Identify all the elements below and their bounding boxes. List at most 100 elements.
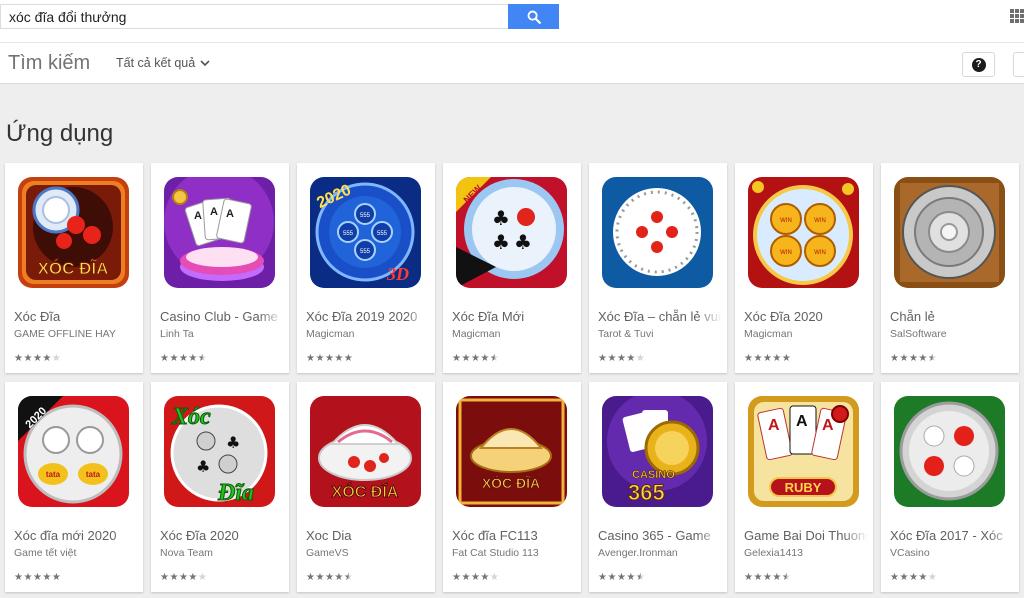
app-card[interactable]: 555 555 555 555 2020 3D Xóc Đĩa 2019 202… — [297, 163, 435, 373]
app-title: Game Bai Doi Thuong — [744, 528, 868, 543]
app-card[interactable]: Xóc Đĩa 2017 - Xóc VCasino ★★★★★ — [881, 382, 1019, 592]
star-icon: ★ — [607, 572, 617, 583]
star-icon: ★ — [489, 353, 500, 364]
star-icon: ★ — [334, 572, 344, 583]
search-button[interactable] — [508, 4, 559, 29]
icon-text: WIN — [814, 250, 826, 256]
app-title: Casino Club - Game — [160, 309, 278, 324]
icon-text: WIN — [780, 218, 792, 224]
star-icon: ★ — [197, 353, 208, 364]
app-card[interactable]: tata tata 2020 Xóc đĩa mới 2020 Game tết… — [5, 382, 143, 592]
icon-text: XÓC ĐĨA — [38, 258, 109, 278]
ruby-cards-icon: A A A RUBY — [748, 396, 859, 507]
chan-le-bowl-icon — [894, 177, 1005, 288]
app-title: Xóc đĩa mới 2020 — [14, 528, 117, 543]
app-title: Xóc Đĩa – chẵn lẻ vui — [598, 309, 721, 324]
app-developer: Fat Cat Studio 113 — [452, 547, 539, 559]
star-icon: ★ — [23, 353, 33, 364]
xoc-dia-2020-3d-icon: 555 555 555 555 2020 3D — [310, 177, 421, 288]
icon-text: tata — [86, 470, 101, 479]
svg-text:A: A — [226, 208, 234, 220]
app-title: Xóc Đĩa 2020 — [744, 309, 823, 324]
app-title: Chẵn lẻ — [890, 309, 935, 324]
star-icon: ★ — [781, 572, 792, 583]
star-icon: ★ — [343, 353, 354, 364]
search-input[interactable] — [0, 4, 508, 29]
app-card[interactable]: XÓC ĐĨA Xóc đĩa FC113 Fat Cat Studio 113… — [443, 382, 581, 592]
filter-label: Tất cả kết quả — [116, 56, 196, 70]
icon-text: 365 — [628, 480, 665, 505]
app-card[interactable]: XÓC ĐĨA Xoc Dia GameVS ★★★★★ — [297, 382, 435, 592]
apps-grid-icon[interactable] — [1010, 9, 1024, 23]
app-card[interactable]: A A A RUBY Game Bai Doi Thuong Gelexia14… — [735, 382, 873, 592]
star-icon: ★ — [908, 353, 919, 364]
app-developer: VCasino — [890, 547, 930, 559]
app-card[interactable]: CASINO 365 Casino 365 - Game Avenger.Iro… — [589, 382, 727, 592]
results-filter-dropdown[interactable]: Tất cả kết quả — [116, 56, 210, 70]
xoc-dia-red-chips-icon: XÓC ĐĨA — [18, 177, 129, 288]
icon-text: WIN — [814, 218, 826, 224]
app-card[interactable]: Xóc Đĩa – chẵn lẻ vui Tarot & Tuvi ★★★★★ — [589, 163, 727, 373]
app-developer: Magicman — [744, 328, 793, 340]
star-icon: ★ — [324, 353, 335, 364]
star-icon: ★ — [772, 353, 782, 364]
icon-text: 555 — [360, 249, 371, 255]
star-icon: ★ — [616, 572, 627, 583]
app-title: Xoc Dia — [306, 528, 352, 543]
svg-text:♣: ♣ — [492, 206, 510, 230]
casino-club-cards-icon: A A A — [164, 177, 275, 288]
svg-text:A: A — [822, 417, 834, 434]
search-icon — [527, 10, 541, 24]
icon-text: WIN — [780, 250, 792, 256]
star-icon: ★ — [480, 572, 490, 583]
rating-stars: ★★★★★ — [598, 572, 645, 583]
star-icon: ★ — [772, 572, 782, 583]
app-developer: Magicman — [452, 328, 501, 340]
icon-text: tata — [46, 470, 61, 479]
svg-text:♣: ♣ — [226, 433, 240, 452]
settings-button[interactable] — [1013, 52, 1024, 77]
app-card[interactable]: XÓC ĐĨA Xóc Đĩa GAME OFFLINE HAY ★★★★★ — [5, 163, 143, 373]
page-title: Tìm kiếm — [8, 52, 91, 74]
star-icon: ★ — [626, 572, 636, 583]
star-icon: ★ — [461, 353, 471, 364]
star-icon: ★ — [197, 572, 208, 583]
app-title: Xóc Đĩa — [14, 309, 61, 324]
star-icon: ★ — [178, 572, 189, 583]
star-icon: ★ — [753, 353, 763, 364]
app-card[interactable]: Chẵn lẻ SalSoftware ★★★★★ — [881, 163, 1019, 373]
icon-text: 555 — [377, 231, 388, 237]
star-icon: ★ — [927, 572, 938, 583]
star-icon: ★ — [616, 353, 627, 364]
app-developer: GameVS — [306, 547, 349, 559]
app-developer: Nova Team — [160, 547, 213, 559]
star-icon: ★ — [899, 353, 909, 364]
app-developer: Game tết việt — [14, 547, 77, 559]
rating-stars: ★★★★★ — [160, 572, 207, 583]
app-card[interactable]: A A A Casino Club - Game Linh Ta ★★★★★ — [151, 163, 289, 373]
svg-text:♣: ♣ — [196, 457, 210, 476]
star-icon: ★ — [918, 353, 928, 364]
app-card[interactable]: ♣ ♣ ♣ NEW Xóc Đĩa Mới Magicman ★★★★★ — [443, 163, 581, 373]
xoc-dia-green-text-icon: ♣ ♣ Xóc Đĩa — [164, 396, 275, 507]
xoc-dia-2017-green-icon — [894, 396, 1005, 507]
xoc-dia-2020-coins-icon: WIN WIN WIN WIN — [748, 177, 859, 288]
app-card[interactable]: WIN WIN WIN WIN Xóc Đĩa 2020 Magicman ★ ★… — [735, 163, 873, 373]
star-icon: ★ — [51, 353, 62, 364]
star-icon: ★ — [23, 572, 33, 583]
star-icon: ★ — [169, 572, 179, 583]
help-button[interactable]: ? — [962, 52, 995, 77]
icon-text: Xóc — [171, 404, 211, 430]
rating-stars: ★★★★★ — [744, 572, 791, 583]
star-icon: ★ — [918, 572, 928, 583]
icon-text: 555 — [343, 231, 354, 237]
rating-stars: ★★★★★ — [744, 353, 791, 364]
rating-stars: ★★★★★ — [452, 572, 499, 583]
app-card[interactable]: ♣ ♣ Xóc Đĩa Xóc Đĩa 2020 Nova Team ★★★★★ — [151, 382, 289, 592]
app-title: Xóc Đĩa 2017 - Xóc — [890, 528, 1003, 543]
star-icon: ★ — [32, 572, 43, 583]
star-icon: ★ — [188, 353, 198, 364]
star-icon: ★ — [607, 353, 617, 364]
star-icon: ★ — [42, 353, 52, 364]
star-icon: ★ — [908, 572, 919, 583]
